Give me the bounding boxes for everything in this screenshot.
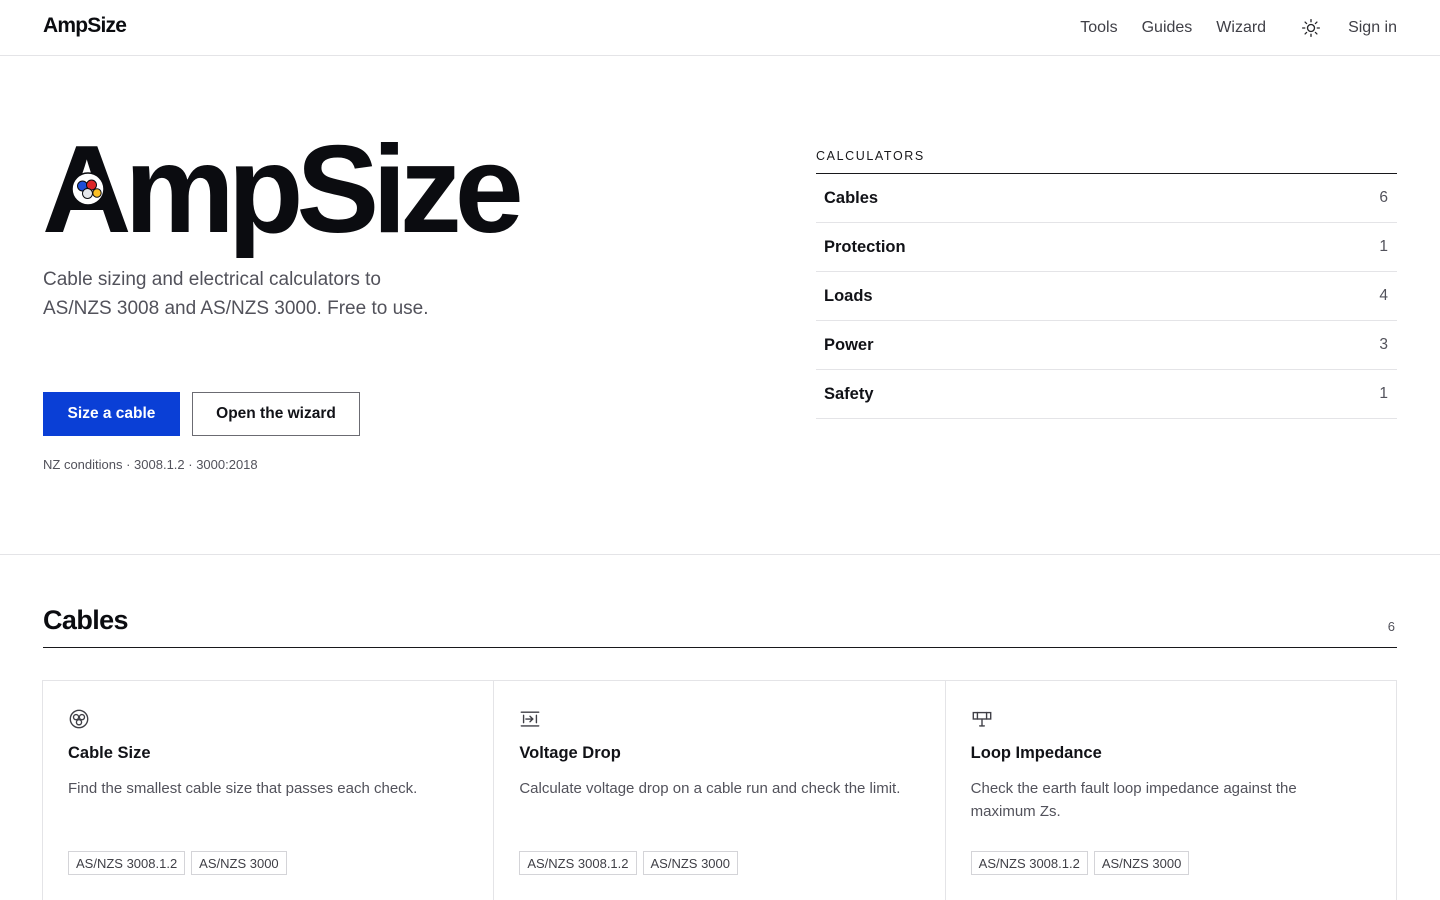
section-rule	[43, 647, 1397, 648]
category-name: Cables	[824, 188, 879, 207]
top-navigation-bar: AmpSize Tools Guides Wizard Sign in	[0, 0, 1440, 56]
calculator-category-cables[interactable]: Cables 6	[816, 174, 1397, 223]
sign-in-link[interactable]: Sign in	[1348, 19, 1397, 37]
size-a-cable-button[interactable]: Size a cable	[43, 392, 180, 436]
open-wizard-button[interactable]: Open the wizard	[192, 392, 360, 436]
standards-note: NZ conditions · 3008.1.2 · 3000:2018	[43, 457, 258, 472]
category-name: Loads	[824, 286, 873, 305]
calculators-index: CALCULATORS Cables 6 Protection 1 Loads …	[816, 149, 1397, 419]
calculators-heading: CALCULATORS	[816, 149, 1397, 174]
card-title: Voltage Drop	[519, 744, 621, 762]
nav-link-guides[interactable]: Guides	[1142, 19, 1193, 37]
calculator-category-protection[interactable]: Protection 1	[816, 223, 1397, 272]
card-tags: AS/NZS 3008.1.2 AS/NZS 3000	[68, 851, 293, 875]
cables-section-title: Cables	[43, 605, 129, 635]
category-count: 4	[1379, 287, 1388, 304]
sun-icon	[1302, 18, 1321, 37]
card-description: Find the smallest cable size that passes…	[68, 780, 418, 797]
theme-toggle-button[interactable]	[1300, 17, 1322, 39]
category-count: 3	[1379, 336, 1388, 353]
standard-tag: AS/NZS 3000	[642, 851, 738, 875]
standard-tag: AS/NZS 3000	[1093, 851, 1190, 875]
card-title: Loop Impedance	[970, 744, 1102, 762]
cables-section-count: 6	[1387, 619, 1395, 634]
standard-tag: AS/NZS 3008.1.2	[68, 851, 186, 875]
voltage-drop-icon	[520, 711, 540, 727]
category-name: Power	[824, 335, 874, 354]
brand-logo[interactable]: AmpSize	[43, 14, 127, 38]
card-voltage-drop[interactable]: Voltage Drop Calculate voltage drop on a…	[494, 681, 946, 900]
calculator-category-safety[interactable]: Safety 1	[816, 370, 1397, 419]
category-count: 1	[1379, 238, 1388, 255]
card-tags: AS/NZS 3008.1.2 AS/NZS 3000	[519, 851, 744, 875]
main-nav: Tools Guides Wizard Sign in	[1080, 0, 1397, 55]
standard-tag: AS/NZS 3000	[191, 851, 287, 875]
hero-subtitle: Cable sizing and electrical calculators …	[43, 269, 429, 319]
calculator-category-loads[interactable]: Loads 4	[816, 272, 1397, 321]
calculator-cards: Cable Size Find the smallest cable size …	[42, 680, 1397, 900]
cable-cores-icon	[71, 172, 105, 206]
nav-link-tools[interactable]: Tools	[1080, 19, 1117, 37]
card-tags: AS/NZS 3008.1.2 AS/NZS 3000	[970, 851, 1196, 875]
card-description: Check the earth fault loop impedance aga…	[970, 780, 1297, 820]
category-name: Safety	[824, 384, 874, 403]
card-title: Cable Size	[68, 744, 151, 762]
card-loop-impedance[interactable]: Loop Impedance Check the earth fault loo…	[946, 681, 1396, 900]
hero-title: AmpSize	[42, 121, 524, 259]
card-cable-size[interactable]: Cable Size Find the smallest cable size …	[43, 681, 495, 900]
nav-link-wizard[interactable]: Wizard	[1216, 19, 1266, 37]
card-description: Calculate voltage drop on a cable run an…	[519, 780, 901, 797]
cable-cores-icon	[69, 709, 89, 729]
calculator-category-power[interactable]: Power 3	[816, 321, 1397, 370]
section-divider	[0, 554, 1440, 555]
standard-tag: AS/NZS 3008.1.2	[970, 851, 1088, 875]
category-count: 6	[1379, 189, 1388, 206]
loop-impedance-icon	[972, 711, 992, 727]
category-count: 1	[1379, 385, 1388, 402]
category-name: Protection	[824, 237, 906, 256]
standard-tag: AS/NZS 3008.1.2	[519, 851, 637, 875]
